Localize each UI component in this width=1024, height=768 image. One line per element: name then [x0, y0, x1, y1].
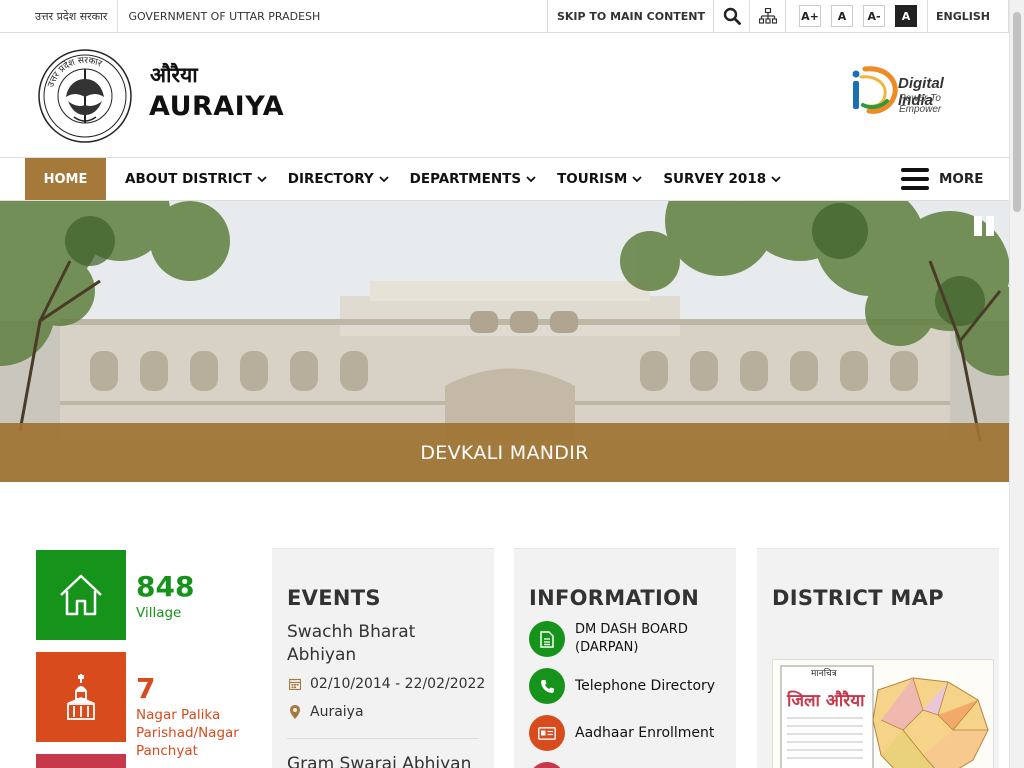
info-item-partial-icon[interactable] [529, 762, 565, 768]
location-pin-icon [290, 705, 300, 719]
govt-links: उत्तर प्रदेश सरकार GOVERNMENT OF UTTAR P… [25, 0, 330, 32]
digital-india-logo[interactable]: Digital India Power To Empower [851, 61, 981, 117]
municipal-building-icon [67, 674, 95, 720]
hero-caption: DEVKALI MANDIR [420, 441, 589, 464]
skip-to-main-content-link[interactable]: SKIP TO MAIN CONTENT [546, 0, 713, 32]
events-heading: EVENTS [287, 586, 381, 610]
nav-label: SURVEY 2018 [663, 171, 767, 187]
stat-box-partial[interactable] [36, 754, 126, 768]
font-size-controls: A+ A A- A [785, 0, 927, 32]
map-title: जिला औरैया [786, 690, 865, 711]
nav-more-button[interactable]: MORE [901, 158, 984, 200]
up-govt-hindi-link[interactable]: उत्तर प्रदेश सरकार [25, 0, 119, 32]
nav-survey-2018[interactable]: SURVEY 2018 [663, 171, 781, 187]
pause-icon [974, 216, 982, 236]
id-card-icon [529, 715, 565, 751]
events-panel: EVENTS Swachh Bharat Abhiyan 02/10/2014 … [272, 548, 494, 768]
event-location: Auraiya [287, 704, 364, 720]
district-map-image[interactable]: मानचित्र जिला औरैया [772, 659, 994, 768]
phone-icon [529, 668, 565, 704]
sitemap-icon [758, 8, 777, 24]
hamburger-icon [901, 168, 929, 190]
hero-caption-bar: DEVKALI MANDIR [0, 423, 1009, 482]
top-utility-bar: उत्तर प्रदेश सरकार GOVERNMENT OF UTTAR P… [0, 0, 1009, 33]
event-place: Auraiya [310, 704, 364, 720]
event-date-range: 02/10/2014 - 22/02/2022 [310, 676, 486, 692]
font-increase-button[interactable]: A+ [799, 5, 822, 27]
district-map-heading: DISTRICT MAP [772, 586, 944, 610]
page-scrollbar[interactable] [1009, 0, 1024, 768]
font-decrease-button[interactable]: A- [863, 5, 886, 27]
accessibility-tools: SKIP TO MAIN CONTENT A+ A A- A ENGLISH [546, 0, 1009, 32]
document-icon [529, 621, 565, 657]
sitemap-button[interactable] [749, 0, 785, 32]
stat-label: Village [136, 605, 182, 621]
nav-directory[interactable]: DIRECTORY [288, 171, 389, 187]
scrollbar-thumb[interactable] [1013, 12, 1021, 212]
info-label: Aadhaar Enrollment [575, 725, 715, 741]
nav-departments[interactable]: DEPARTMENTS [410, 171, 536, 187]
slider-pause-button[interactable] [974, 216, 996, 236]
stat-number: 7 [136, 672, 156, 705]
info-label: Telephone Directory [575, 678, 716, 694]
chevron-down-icon [526, 176, 536, 183]
site-header: उत्तर प्रदेश सरकार औरैया AURAIYA Digital… [0, 33, 1009, 157]
nav-label: ABOUT DISTRICT [125, 171, 252, 187]
nav-label: DIRECTORY [287, 171, 374, 187]
event-divider [287, 738, 479, 739]
search-button[interactable] [713, 0, 749, 32]
info-aadhaar-enrollment[interactable]: Aadhaar Enrollment [529, 715, 714, 751]
calendar-icon [289, 678, 301, 690]
main-navigation: HOME ABOUT DISTRICT DIRECTORY DEPARTMENT… [0, 157, 1009, 201]
chevron-down-icon [771, 176, 781, 183]
info-dm-dashboard[interactable]: DM DASH BOARD (DARPAN) [529, 621, 715, 657]
chevron-down-icon [379, 176, 389, 183]
search-icon [723, 7, 741, 25]
district-name-english[interactable]: AURAIYA [149, 91, 284, 122]
chevron-down-icon [257, 176, 267, 183]
digital-india-tagline: Power To Empower [899, 93, 942, 115]
chevron-down-icon [632, 176, 642, 183]
home-icon [60, 574, 102, 616]
stat-label: Nagar Palika Parishad/Nagar Panchyat [136, 707, 239, 759]
event-title[interactable]: Gram Swaraj Abhiyan [287, 753, 487, 768]
info-label: DM DASH BOARD (DARPAN) [575, 622, 688, 655]
nav-label: TOURISM [557, 171, 628, 187]
district-name-hindi: औरैया [150, 63, 198, 87]
information-heading: INFORMATION [529, 586, 700, 610]
language-selector[interactable]: ENGLISH [927, 0, 1009, 32]
event-title[interactable]: Swachh Bharat Abhiyan [287, 621, 487, 667]
nav-label: DEPARTMENTS [409, 171, 522, 187]
info-telephone-directory[interactable]: Telephone Directory [529, 668, 715, 704]
nav-home[interactable]: HOME [25, 158, 106, 200]
map-label: मानचित्र [811, 667, 838, 679]
stat-villages[interactable]: 848 Village [36, 550, 256, 640]
information-panel: INFORMATION DM DASH BOARD (DARPAN) Telep… [514, 548, 736, 768]
digital-india-mark-icon [852, 66, 898, 114]
nav-tourism[interactable]: TOURISM [557, 171, 642, 187]
nav-about-district[interactable]: ABOUT DISTRICT [125, 171, 267, 187]
up-govt-english-link[interactable]: GOVERNMENT OF UTTAR PRADESH [118, 0, 330, 32]
up-govt-emblem-logo[interactable]: उत्तर प्रदेश सरकार [38, 49, 132, 143]
more-label: MORE [939, 171, 984, 187]
district-map-graphic: मानचित्र जिला औरैया [773, 660, 993, 768]
font-normal-button[interactable]: A [831, 5, 854, 27]
stat-nagar-palika[interactable]: 7 Nagar Palika Parishad/Nagar Panchyat [36, 652, 256, 759]
stat-box [36, 550, 126, 640]
stat-box [36, 652, 126, 742]
district-map-panel: DISTRICT MAP मानचित्र जिला औरैया [757, 548, 999, 768]
event-dates: 02/10/2014 - 22/02/2022 [287, 676, 485, 692]
stat-number: 848 [136, 570, 195, 603]
hero-slider: DEVKALI MANDIR [0, 201, 1009, 482]
high-contrast-button[interactable]: A [895, 5, 918, 27]
nav-menu: ABOUT DISTRICT DIRECTORY DEPARTMENTS TOU… [125, 158, 802, 200]
